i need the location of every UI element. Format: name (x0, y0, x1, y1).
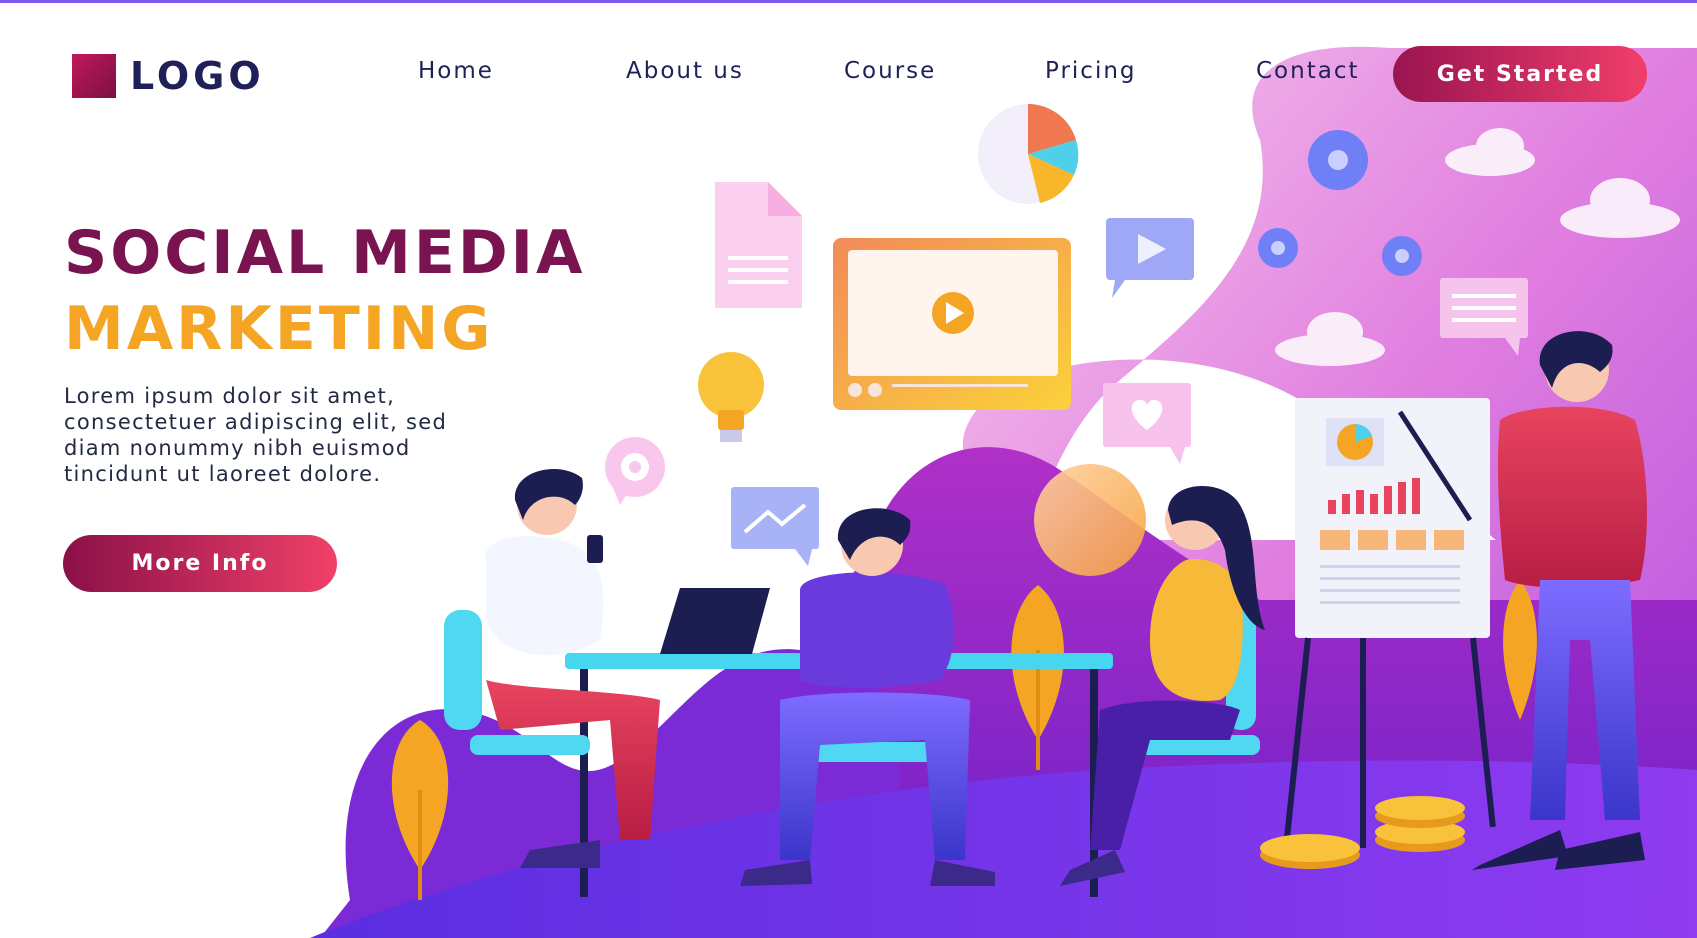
landing-page: LOGO Home About us Course Pricing Contac… (0, 0, 1697, 938)
hero-description: Lorem ipsum dolor sit amet, consectetuer… (64, 384, 448, 486)
video-player-icon (833, 238, 1071, 410)
brand-logo[interactable]: LOGO (72, 54, 265, 98)
hero-title-line1: SOCIAL MEDIA (64, 218, 586, 288)
get-started-button[interactable]: Get Started (1393, 46, 1647, 102)
laptop-icon (660, 588, 770, 654)
settings-bubble-icon (605, 437, 665, 505)
logo-mark-icon (72, 54, 116, 98)
play-bubble-icon (1106, 218, 1194, 298)
more-info-button[interactable]: More Info (63, 535, 337, 592)
nav-home-link[interactable]: Home (418, 58, 494, 84)
hero-title-line2: MARKETING (64, 294, 494, 364)
nav-course-link[interactable]: Course (844, 58, 936, 84)
document-icon (715, 182, 802, 308)
trend-chart-bubble-icon (731, 487, 819, 566)
sun-shape (1034, 464, 1146, 576)
nav-contact-link[interactable]: Contact (1256, 58, 1359, 84)
heart-bubble-icon (1103, 383, 1191, 464)
logo-text: LOGO (130, 54, 265, 98)
pie-chart-icon (978, 104, 1079, 204)
nav-about-link[interactable]: About us (626, 58, 744, 84)
lightbulb-icon (698, 352, 764, 442)
nav-pricing-link[interactable]: Pricing (1045, 58, 1137, 84)
